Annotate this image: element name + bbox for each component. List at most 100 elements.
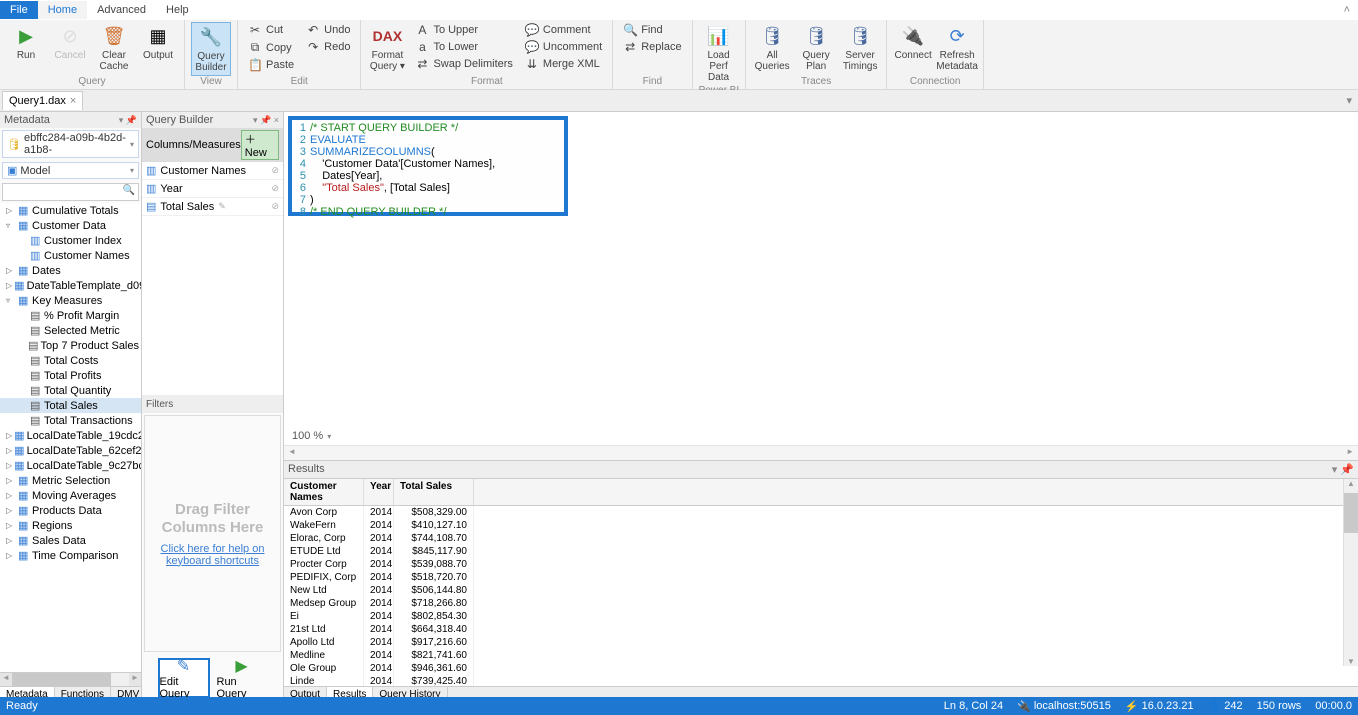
refresh-metadata-button[interactable]: ⟳Refresh Metadata	[937, 22, 977, 74]
find-button[interactable]: 🔍Find	[619, 22, 685, 38]
results-vscroll[interactable]	[1343, 479, 1358, 666]
qb-item[interactable]: ▥Customer Names⊘	[142, 162, 283, 180]
doc-tabs-menu-icon[interactable]: ▾	[1346, 94, 1352, 107]
cut-button[interactable]: ✂Cut	[244, 22, 298, 38]
tree-table[interactable]: ▷▦Metric Selection	[0, 473, 141, 488]
query-builder-button[interactable]: 🔧Query Builder	[191, 22, 231, 76]
tree-table[interactable]: ▷▦Time Comparison	[0, 548, 141, 563]
menu-help[interactable]: Help	[156, 1, 199, 19]
tree-table[interactable]: ▷▦Products Data	[0, 503, 141, 518]
edit-icon[interactable]: ✎	[218, 201, 226, 212]
zoom-control[interactable]: 100 %▾	[284, 427, 1358, 445]
remove-icon[interactable]: ⊘	[271, 165, 279, 176]
merge-xml-button[interactable]: ⇊Merge XML	[521, 56, 606, 72]
collapse-ribbon-icon[interactable]: ˄	[1336, 4, 1358, 16]
qb-help-link[interactable]: Click here for help onkeyboard shortcuts	[161, 543, 265, 567]
tree-table[interactable]: ▷▦Sales Data	[0, 533, 141, 548]
query-plan-button[interactable]: 🛢Query Plan	[796, 22, 836, 74]
paste-button[interactable]: 📋Paste	[244, 57, 298, 73]
col-header-year[interactable]: Year	[364, 479, 394, 505]
table-row[interactable]: ETUDE Ltd2014$845,117.90	[284, 545, 1358, 558]
uncomment-button[interactable]: 💬Uncomment	[521, 39, 606, 55]
table-row[interactable]: New Ltd2014$506,144.80	[284, 584, 1358, 597]
code-editor[interactable]: 1/* START QUERY BUILDER */2EVALUATE3SUMM…	[292, 120, 564, 220]
to-upper-button[interactable]: ATo Upper	[411, 22, 516, 38]
qb-item[interactable]: ▤Total Sales✎⊘	[142, 198, 283, 216]
table-row[interactable]: Medsep Group2014$718,266.80	[284, 597, 1358, 610]
metadata-search-input[interactable]	[2, 183, 139, 201]
run-query-button[interactable]: ▶Run Query	[216, 658, 268, 698]
output-button[interactable]: ▦Output	[138, 22, 178, 63]
clear-cache-button[interactable]: 🗑Clear Cache	[94, 22, 134, 74]
col-header-sales[interactable]: Total Sales	[394, 479, 474, 505]
qb-filter-dropzone[interactable]: Drag Filter Columns Here Click here for …	[144, 415, 281, 652]
menu-home[interactable]: Home	[38, 1, 87, 19]
all-queries-button[interactable]: 🛢All Queries	[752, 22, 792, 74]
tree-table[interactable]: ▿▦Key Measures	[0, 293, 141, 308]
cancel-button[interactable]: ⊘Cancel	[50, 22, 90, 63]
format-query-button[interactable]: DAXFormat Query ▾	[367, 22, 407, 74]
table-row[interactable]: Medline2014$821,741.60	[284, 649, 1358, 662]
table-row[interactable]: Ei2014$802,854.30	[284, 610, 1358, 623]
tree-column[interactable]: ▥Customer Index	[0, 233, 141, 248]
replace-button[interactable]: ⇄Replace	[619, 39, 685, 55]
tree-column[interactable]: ▤Total Costs	[0, 353, 141, 368]
table-row[interactable]: Ole Group2014$946,361.60	[284, 662, 1358, 675]
menu-advanced[interactable]: Advanced	[87, 1, 156, 19]
table-row[interactable]: Procter Corp2014$539,088.70	[284, 558, 1358, 571]
table-row[interactable]: WakeFern2014$410,127.10	[284, 519, 1358, 532]
connect-button[interactable]: 🔌Connect	[893, 22, 933, 63]
table-row[interactable]: 21st Ltd2014$664,318.40	[284, 623, 1358, 636]
col-header-customer[interactable]: Customer Names	[284, 479, 364, 505]
qb-item[interactable]: ▥Year⊘	[142, 180, 283, 198]
metadata-hscroll[interactable]: ◄►	[0, 672, 141, 686]
results-menu-icon[interactable]: ▾ 📌	[1332, 463, 1354, 476]
database-combo[interactable]: 🛢ebffc284-a09b-4b2d-a1b8-▾	[2, 130, 139, 158]
swap-delim-button[interactable]: ⇄Swap Delimiters	[411, 56, 516, 72]
tree-table[interactable]: ▷▦LocalDateTable_19cdc2e1-	[0, 428, 141, 443]
doc-tab-query1[interactable]: Query1.dax ×	[2, 91, 83, 110]
pin-icon[interactable]: ▾ 📌 ×	[253, 115, 279, 125]
tree-column[interactable]: ▥Customer Names	[0, 248, 141, 263]
metadata-tree[interactable]: ▷▦Cumulative Totals▿▦Customer Data▥Custo…	[0, 203, 141, 672]
table-row[interactable]: PEDIFIX, Corp2014$518,720.70	[284, 571, 1358, 584]
tree-table[interactable]: ▷▦LocalDateTable_62cef255-0	[0, 443, 141, 458]
tree-table[interactable]: ▷▦Regions	[0, 518, 141, 533]
server-timings-button[interactable]: 🛢Server Timings	[840, 22, 880, 74]
tree-table[interactable]: ▷▦Cumulative Totals	[0, 203, 141, 218]
tree-table[interactable]: ▷▦LocalDateTable_9c27bc4b-	[0, 458, 141, 473]
editor-hscroll[interactable]	[284, 445, 1358, 460]
redo-button[interactable]: ↷Redo	[302, 39, 354, 55]
tree-column[interactable]: ▤Total Profits	[0, 368, 141, 383]
qb-columns-list[interactable]: ▥Customer Names⊘▥Year⊘▤Total Sales✎⊘	[142, 162, 283, 216]
table-row[interactable]: Avon Corp2014$508,329.00	[284, 506, 1358, 519]
tree-column[interactable]: ▤Top 7 Product Sales	[0, 338, 141, 353]
tree-table[interactable]: ▿▦Customer Data	[0, 218, 141, 233]
table-row[interactable]: Apollo Ltd2014$917,216.60	[284, 636, 1358, 649]
pin-icon[interactable]: ▾ 📌	[119, 115, 137, 125]
tree-table[interactable]: ▷▦Moving Averages	[0, 488, 141, 503]
tree-column[interactable]: ▤% Profit Margin	[0, 308, 141, 323]
results-grid[interactable]: Customer Names Year Total Sales Avon Cor…	[284, 478, 1358, 686]
to-lower-button[interactable]: aTo Lower	[411, 39, 516, 55]
tree-table[interactable]: ▷▦DateTableTemplate_d095fb	[0, 278, 141, 293]
table-row[interactable]: Elorac, Corp2014$744,108.70	[284, 532, 1358, 545]
menu-file[interactable]: File	[0, 1, 38, 19]
edit-query-button[interactable]: ✎Edit Query	[158, 658, 210, 698]
tree-column[interactable]: ▤Total Quantity	[0, 383, 141, 398]
close-icon[interactable]: ×	[70, 95, 76, 107]
tree-column[interactable]: ▤Selected Metric	[0, 323, 141, 338]
run-button[interactable]: ▶Run	[6, 22, 46, 63]
model-combo[interactable]: ▣Model▾	[2, 162, 139, 179]
undo-button[interactable]: ↶Undo	[302, 22, 354, 38]
copy-button[interactable]: ⧉Copy	[244, 39, 298, 56]
remove-icon[interactable]: ⊘	[271, 201, 279, 212]
tree-table[interactable]: ▷▦Dates	[0, 263, 141, 278]
tree-column[interactable]: ▤Total Sales	[0, 398, 141, 413]
table-row[interactable]: Linde2014$739,425.40	[284, 675, 1358, 686]
remove-icon[interactable]: ⊘	[271, 183, 279, 194]
new-measure-button[interactable]: ＋New	[241, 130, 279, 160]
comment-button[interactable]: 💬Comment	[521, 22, 606, 38]
tree-column[interactable]: ▤Total Transactions	[0, 413, 141, 428]
load-perf-button[interactable]: 📊Load Perf Data	[699, 22, 739, 85]
